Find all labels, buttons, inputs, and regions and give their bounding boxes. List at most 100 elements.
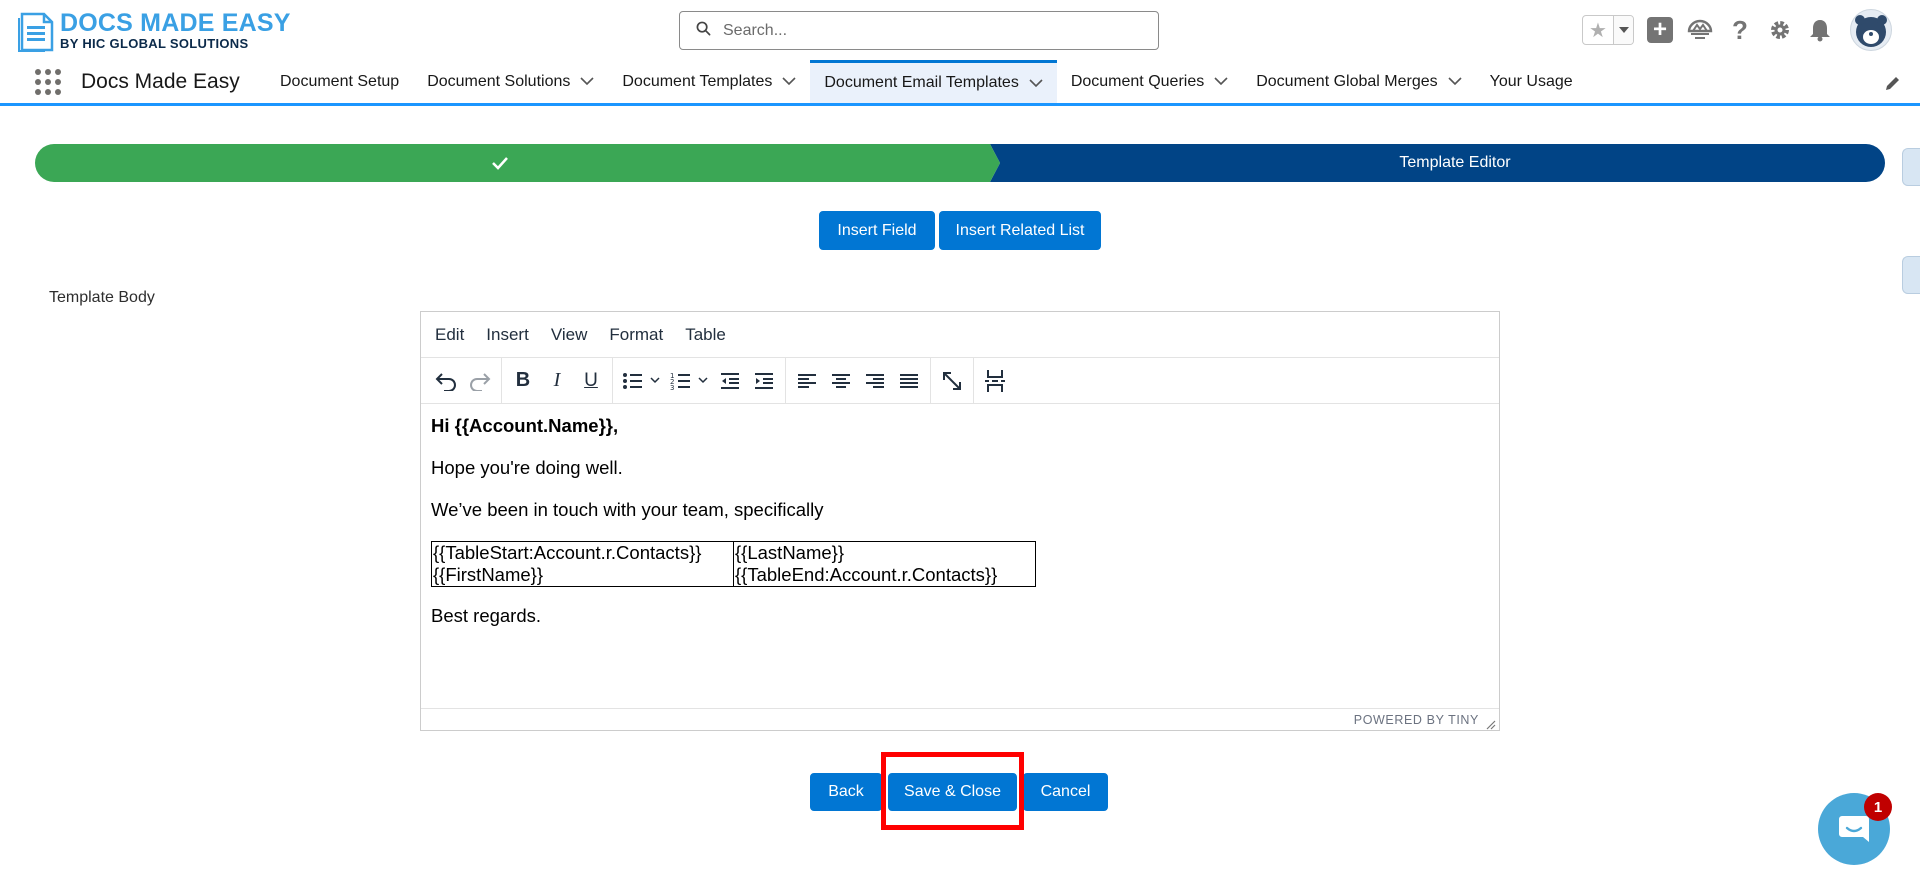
editor-toolbar: B I U 123 bbox=[421, 357, 1499, 404]
greeting-line: Hi {{Account.Name}}, bbox=[431, 415, 619, 436]
insert-related-list-button[interactable]: Insert Related List bbox=[939, 211, 1101, 250]
favorites-dropdown-button[interactable] bbox=[1613, 16, 1633, 44]
content-line: Hope you're doing well. bbox=[431, 457, 623, 478]
powered-by-link[interactable]: POWERED BY TINY bbox=[1354, 713, 1479, 727]
nav-item-document-email-templates[interactable]: Document Email Templates bbox=[810, 60, 1057, 103]
bullet-list-button[interactable] bbox=[617, 364, 665, 398]
app-logo[interactable]: DOCS MADE EASY BY HIC GLOBAL SOLUTIONS bbox=[18, 8, 291, 52]
nav-item-document-templates[interactable]: Document Templates bbox=[608, 60, 810, 103]
resize-handle-icon[interactable] bbox=[1486, 717, 1496, 730]
setup-button[interactable] bbox=[1766, 16, 1794, 44]
bold-icon: B bbox=[515, 369, 531, 391]
outdent-button[interactable] bbox=[713, 364, 747, 398]
align-left-icon bbox=[798, 373, 816, 388]
menu-insert[interactable]: Insert bbox=[486, 325, 529, 345]
menu-table[interactable]: Table bbox=[685, 325, 726, 345]
chevron-down-icon[interactable] bbox=[1448, 75, 1462, 89]
nav-item-label: Document Solutions bbox=[427, 72, 571, 90]
numbered-list-button[interactable]: 123 bbox=[665, 364, 713, 398]
edit-nav-button[interactable] bbox=[1884, 74, 1902, 92]
table-cell: {{LastName}} {{TableEnd:Account.r.Contac… bbox=[733, 541, 1036, 587]
side-panel-toggle-bottom[interactable] bbox=[1902, 256, 1920, 294]
global-search-input[interactable]: Search... bbox=[679, 11, 1159, 50]
user-avatar[interactable] bbox=[1850, 9, 1892, 51]
align-right-button[interactable] bbox=[858, 364, 892, 398]
undo-icon bbox=[435, 372, 456, 391]
menu-edit[interactable]: Edit bbox=[435, 325, 464, 345]
path-step-label: Template Editor bbox=[1399, 154, 1511, 171]
back-button[interactable]: Back bbox=[810, 773, 882, 811]
favorite-star-icon[interactable]: ★ bbox=[1583, 16, 1613, 44]
logo-title: DOCS MADE EASY bbox=[60, 8, 291, 37]
insert-field-label: Insert Field bbox=[837, 221, 917, 239]
editor-statusbar: POWERED BY TINY bbox=[421, 708, 1499, 730]
redo-button[interactable] bbox=[463, 364, 497, 398]
chevron-down-icon[interactable] bbox=[1214, 75, 1228, 89]
progress-path: Template Editor bbox=[35, 144, 1885, 182]
align-center-icon bbox=[832, 373, 850, 388]
check-icon bbox=[490, 153, 510, 173]
logo-subtitle: BY HIC GLOBAL SOLUTIONS bbox=[60, 35, 249, 51]
chevron-down-icon[interactable] bbox=[782, 75, 796, 89]
nav-item-document-global-merges[interactable]: Document Global Merges bbox=[1242, 60, 1475, 103]
menu-format[interactable]: Format bbox=[609, 325, 663, 345]
closing-line: Best regards. bbox=[431, 605, 542, 626]
menu-view[interactable]: View bbox=[551, 325, 588, 345]
redo-icon bbox=[470, 372, 491, 391]
underline-button[interactable]: U bbox=[574, 364, 608, 398]
app-launcher-icon[interactable] bbox=[35, 69, 61, 95]
search-placeholder: Search... bbox=[723, 21, 788, 39]
content-line: We’ve been in touch with your team, spec… bbox=[431, 499, 824, 520]
back-label: Back bbox=[828, 783, 864, 800]
side-panel-toggle-top[interactable] bbox=[1902, 148, 1920, 186]
help-icon: ? bbox=[1732, 14, 1748, 45]
italic-button[interactable]: I bbox=[540, 364, 574, 398]
cancel-button[interactable]: Cancel bbox=[1023, 773, 1108, 811]
nav-item-document-queries[interactable]: Document Queries bbox=[1057, 60, 1242, 103]
insert-field-button[interactable]: Insert Field bbox=[819, 211, 935, 250]
highlight-box bbox=[881, 752, 1024, 830]
editor-menubar: Edit Insert View Format Table bbox=[421, 312, 1499, 358]
nav-item-label: Your Usage bbox=[1489, 72, 1573, 90]
gear-icon bbox=[1771, 21, 1789, 39]
align-right-icon bbox=[866, 373, 884, 388]
outdent-icon bbox=[721, 372, 739, 389]
nav-item-label: Document Queries bbox=[1070, 72, 1205, 90]
insert-related-list-label: Insert Related List bbox=[955, 221, 1085, 239]
path-bar bbox=[35, 144, 1885, 182]
merge-table: {{TableStart:Account.r.Contacts}} {{Firs… bbox=[431, 541, 1036, 587]
chevron-down-icon[interactable] bbox=[1029, 76, 1043, 90]
nav-item-label: Document Global Merges bbox=[1256, 72, 1438, 90]
global-actions-button[interactable]: + bbox=[1646, 16, 1674, 44]
nav-item-your-usage[interactable]: Your Usage bbox=[1476, 60, 1587, 103]
align-left-button[interactable] bbox=[790, 364, 824, 398]
notifications-button[interactable] bbox=[1806, 16, 1834, 44]
editor-content-area[interactable]: Hi {{Account.Name}}, Hope you're doing w… bbox=[421, 405, 1499, 657]
nav-item-document-setup[interactable]: Document Setup bbox=[266, 60, 413, 103]
document-logo-icon bbox=[18, 8, 56, 52]
align-justify-button[interactable] bbox=[892, 364, 926, 398]
page-break-icon bbox=[985, 369, 1005, 392]
align-center-button[interactable] bbox=[824, 364, 858, 398]
app-name: Docs Made Easy bbox=[81, 70, 240, 93]
undo-button[interactable] bbox=[429, 364, 463, 398]
numbered-list-icon: 123 bbox=[670, 372, 708, 391]
fullscreen-button[interactable] bbox=[935, 364, 969, 398]
page-break-button[interactable] bbox=[978, 364, 1012, 398]
indent-button[interactable] bbox=[747, 364, 781, 398]
chat-bubble-icon bbox=[1839, 816, 1869, 842]
bold-button[interactable]: B bbox=[506, 364, 540, 398]
favorites-group: ★ bbox=[1582, 15, 1634, 45]
chevron-down-icon[interactable] bbox=[580, 75, 594, 89]
italic-icon: I bbox=[553, 369, 561, 391]
nav-item-document-solutions[interactable]: Document Solutions bbox=[413, 60, 608, 103]
plus-icon: + bbox=[1647, 17, 1673, 43]
trailhead-button[interactable] bbox=[1686, 16, 1714, 44]
nav-item-label: Document Templates bbox=[622, 72, 773, 90]
help-button[interactable]: ? bbox=[1726, 14, 1754, 45]
path-step-complete bbox=[35, 144, 1000, 182]
search-icon bbox=[696, 21, 711, 41]
underline-icon: U bbox=[584, 369, 598, 391]
global-header: DOCS MADE EASY BY HIC GLOBAL SOLUTIONS S… bbox=[0, 0, 1920, 60]
nav-item-label: Document Setup bbox=[280, 72, 400, 90]
